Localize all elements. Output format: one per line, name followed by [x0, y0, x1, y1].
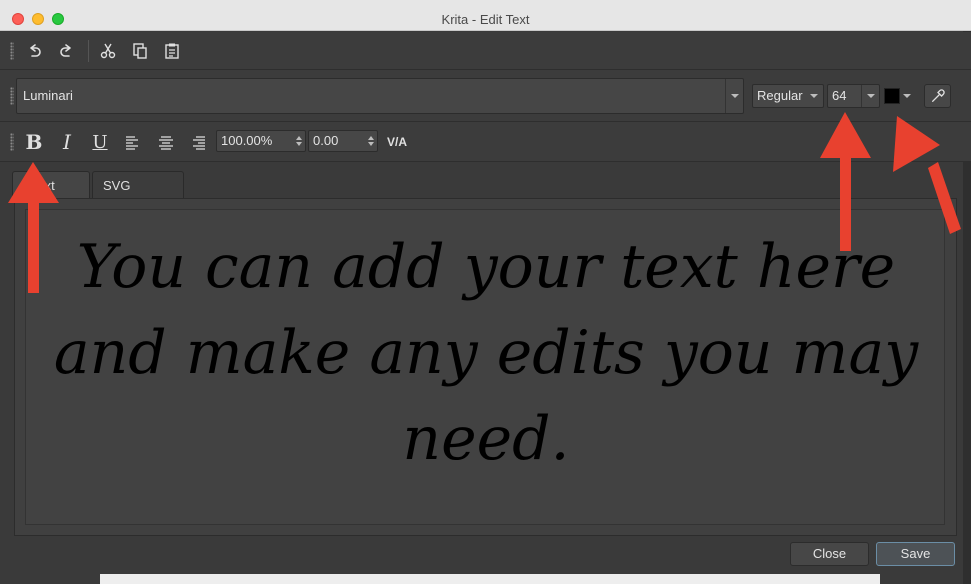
- underline-button[interactable]: U: [87, 129, 113, 155]
- cut-button[interactable]: [95, 38, 121, 64]
- spin-arrows-icon[interactable]: [365, 131, 377, 151]
- undo-icon: [30, 44, 41, 57]
- letter-spacing-value: 0.00: [313, 133, 339, 148]
- line-spacing-value: 100.00%: [221, 133, 273, 148]
- scissors-icon: [100, 43, 116, 59]
- toolbar-separator: [88, 40, 89, 62]
- window-title: Krita - Edit Text: [441, 12, 530, 27]
- redo-icon: [60, 44, 71, 57]
- font-size-combo[interactable]: 64: [827, 84, 880, 108]
- align-center-icon: [159, 136, 173, 150]
- italic-button[interactable]: I: [54, 129, 80, 155]
- font-style-combo[interactable]: Regular: [752, 84, 824, 108]
- line-spacing-spinbox[interactable]: 100.00%: [216, 130, 306, 152]
- bold-button[interactable]: B: [21, 129, 47, 155]
- toolbar-grip[interactable]: [10, 87, 14, 105]
- align-left-icon: [126, 136, 138, 150]
- editor-frame: You can add your text here and make any …: [14, 198, 957, 536]
- eyedropper-icon: [931, 89, 945, 102]
- rich-text-editor[interactable]: You can add your text here and make any …: [25, 209, 945, 525]
- spin-arrows-icon[interactable]: [293, 131, 305, 151]
- paste-button[interactable]: [159, 38, 185, 64]
- close-button[interactable]: Close: [790, 542, 869, 566]
- align-center-button[interactable]: [153, 129, 179, 155]
- chevron-down-icon: [861, 85, 879, 107]
- align-right-icon: [193, 136, 205, 150]
- format-toolbar: B I U: [0, 122, 971, 162]
- paste-icon: [165, 43, 179, 59]
- font-family-combo[interactable]: Luminari: [16, 78, 744, 114]
- save-button[interactable]: Save: [876, 542, 955, 566]
- chevron-down-icon: [725, 79, 743, 113]
- text-color-swatch[interactable]: [884, 88, 900, 104]
- copy-button[interactable]: [127, 38, 153, 64]
- font-style-value: Regular: [757, 88, 803, 103]
- tab-rich-text[interactable]: n text: [12, 171, 90, 199]
- font-toolbar: Luminari Regular 64: [0, 70, 971, 122]
- editor-line: You can add your text here: [76, 232, 896, 302]
- letter-spacing-spinbox[interactable]: 0.00: [308, 130, 378, 152]
- align-right-button[interactable]: [186, 129, 212, 155]
- toolbar-grip[interactable]: [10, 133, 14, 151]
- chevron-down-icon[interactable]: [903, 94, 911, 98]
- copy-icon: [133, 43, 147, 59]
- edit-toolbar: [0, 32, 971, 70]
- edit-text-window: Krita - Edit Text Luminari Regular 64 B …: [0, 0, 971, 584]
- color-picker-button[interactable]: [924, 84, 951, 108]
- title-bar: Krita - Edit Text: [0, 0, 971, 31]
- editor-line: need.: [402, 404, 570, 474]
- editor-text[interactable]: You can add your text here and make any …: [26, 224, 944, 482]
- editor-line: and make any edits you may: [53, 318, 919, 388]
- background-strip: [100, 574, 880, 584]
- redo-button[interactable]: [53, 38, 79, 64]
- align-left-button[interactable]: [119, 129, 145, 155]
- font-family-value: Luminari: [23, 88, 73, 103]
- toolbar-grip[interactable]: [10, 42, 14, 60]
- chevron-down-icon: [805, 85, 823, 107]
- undo-button[interactable]: [22, 38, 48, 64]
- font-size-value: 64: [832, 88, 847, 103]
- tab-svg-source[interactable]: SVG Source: [92, 171, 184, 221]
- kerning-button[interactable]: V/A: [384, 129, 410, 155]
